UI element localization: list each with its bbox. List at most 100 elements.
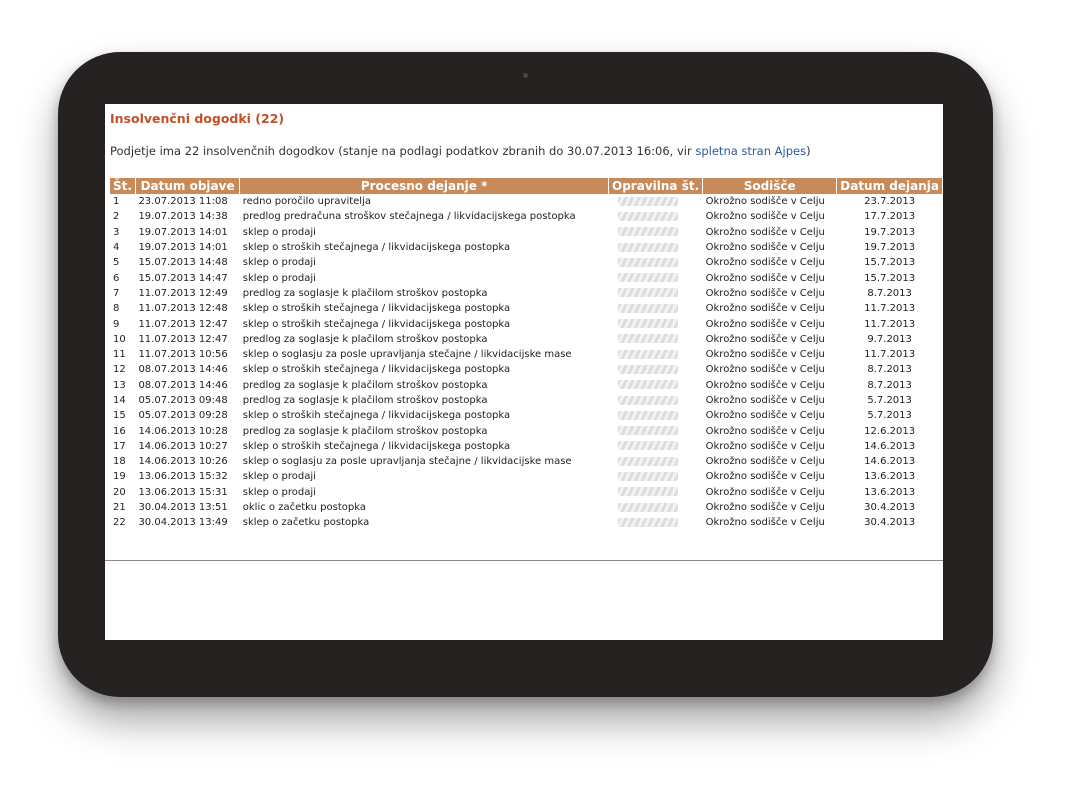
cell-num: 20 <box>113 486 126 498</box>
cell-case-number <box>609 423 703 438</box>
cell-action-date: 17.7.2013 <box>864 211 916 223</box>
cell-case-number <box>609 378 703 393</box>
cell-date: 15.07.2013 14:47 <box>138 272 228 284</box>
cell-date: 05.07.2013 09:48 <box>138 395 228 406</box>
cell-num: 8 <box>113 303 120 315</box>
table-row: 20 13.06.2013 15:31 sklep o prodaji Okrožno… <box>110 485 943 500</box>
cell-case-number <box>609 485 703 500</box>
cell-action-date: 11.7.2013 <box>864 349 916 361</box>
table-header-row: Št. Datum objave Procesno dejanje * Opra… <box>110 178 943 194</box>
cell-court: Okrožno sodišče v Celju <box>705 303 825 315</box>
redacted-case-number <box>617 487 678 497</box>
table-row: 14 05.07.2013 09:48 predlog za soglasje k … <box>110 393 943 408</box>
cell-case-number <box>609 270 703 285</box>
header-num[interactable]: Št. <box>110 178 136 194</box>
redacted-case-number <box>617 502 678 512</box>
cell-date: 08.07.2013 14:46 <box>138 364 228 376</box>
cell-action-date: 23.7.2013 <box>864 196 916 208</box>
cell-case-number <box>609 408 703 423</box>
header-case[interactable]: Opravilna št. <box>608 178 704 194</box>
cell-court: Okrožno sodišče v Celju <box>705 196 825 208</box>
cell-action: predlog za soglasje k plačilom stroškov … <box>242 333 488 345</box>
table-row: 1 23.07.2013 11:08 redno poročilo upravite… <box>110 194 943 209</box>
cell-case-number <box>609 255 703 270</box>
table-row: 12 08.07.2013 14:46 sklep o stroških steča… <box>110 362 943 377</box>
table-row: 7 11.07.2013 12:49 predlog za soglasje k p… <box>110 286 943 301</box>
cell-num: 5 <box>113 257 120 269</box>
cell-date: 11.07.2013 12:47 <box>138 333 228 345</box>
cell-action-date: 8.7.2013 <box>867 287 912 299</box>
cell-date: 14.06.2013 10:26 <box>138 456 228 468</box>
cell-date: 19.07.2013 14:01 <box>138 226 228 238</box>
cell-action: sklep o stroških stečajnega / likvidacij… <box>242 440 511 452</box>
cell-date: 30.04.2013 13:49 <box>138 517 228 529</box>
table-row: 9 11.07.2013 12:47 sklep o stroških stečaj… <box>110 316 943 331</box>
cell-date: 05.07.2013 09:28 <box>138 410 228 422</box>
table-row: 17 14.06.2013 10:27 sklep o stroških steča… <box>110 439 943 454</box>
cell-date: 15.07.2013 14:48 <box>138 257 228 269</box>
cell-court: Okrožno sodišče v Celju <box>705 257 825 269</box>
header-date[interactable]: Datum objave <box>135 178 241 194</box>
cell-action: predlog za soglasje k plačilom stroškov … <box>242 287 488 299</box>
cell-case-number <box>609 362 703 377</box>
table-row: 11 11.07.2013 10:56 sklep o soglasju za po… <box>110 347 943 362</box>
cell-action-date: 8.7.2013 <box>867 364 912 376</box>
cell-court: Okrožno sodišče v Celju <box>705 425 825 437</box>
cell-court: Okrožno sodišče v Celju <box>705 395 825 406</box>
cell-case-number <box>609 439 703 454</box>
redacted-case-number <box>617 517 678 527</box>
redacted-case-number <box>617 303 678 313</box>
cell-court: Okrožno sodišče v Celju <box>705 502 825 514</box>
cell-action-date: 30.4.2013 <box>864 517 916 529</box>
cell-num: 7 <box>113 287 120 299</box>
camera-dot <box>523 73 528 78</box>
cell-court: Okrožno sodišče v Celju <box>705 318 825 330</box>
cell-date: 19.07.2013 14:38 <box>138 211 228 223</box>
cell-case-number <box>609 301 703 316</box>
cell-num: 17 <box>113 440 126 452</box>
redacted-case-number <box>617 410 678 420</box>
cell-court: Okrožno sodišče v Celju <box>705 440 825 452</box>
cell-action: sklep o prodaji <box>242 272 316 284</box>
cell-action: sklep o stroških stečajnega / likvidacij… <box>242 410 511 422</box>
cell-action: predlog za soglasje k plačilom stroškov … <box>242 425 488 437</box>
cell-case-number <box>609 209 703 224</box>
cell-action: sklep o stroških stečajnega / likvidacij… <box>242 303 511 315</box>
tablet-frame: Insolvenčni dogodki (22) Podjetje ima 22… <box>58 52 993 697</box>
cell-action: sklep o prodaji <box>242 486 316 498</box>
table-row: 5 15.07.2013 14:48 sklep o prodaji Okrožno … <box>110 255 943 270</box>
cell-case-number <box>609 500 703 515</box>
cell-date: 11.07.2013 10:56 <box>138 349 228 361</box>
cell-court: Okrožno sodišče v Celju <box>705 486 825 498</box>
cell-action: sklep o prodaji <box>242 257 316 269</box>
intro-text-end: ) <box>806 144 811 158</box>
header-action-date[interactable]: Datum dejanja <box>836 178 943 194</box>
header-court[interactable]: Sodišče <box>702 178 838 194</box>
cell-case-number <box>609 225 703 240</box>
cell-case-number <box>609 347 703 362</box>
redacted-case-number <box>617 273 678 283</box>
cell-case-number <box>609 469 703 484</box>
header-action[interactable]: Procesno dejanje * <box>239 178 610 194</box>
cell-case-number <box>609 316 703 331</box>
cell-court: Okrožno sodišče v Celju <box>705 410 825 422</box>
cell-action-date: 14.6.2013 <box>864 440 916 452</box>
redacted-case-number <box>617 319 678 329</box>
cell-action: predlog predračuna stroškov stečajnega /… <box>242 211 576 223</box>
cell-court: Okrožno sodišče v Celju <box>705 272 825 284</box>
cell-num: 15 <box>113 410 126 422</box>
ajpes-link[interactable]: spletna stran Ajpes <box>695 144 806 158</box>
cell-action-date: 12.6.2013 <box>864 425 916 437</box>
cell-action-date: 9.7.2013 <box>867 333 912 345</box>
cell-action: sklep o soglasju za posle upravljanja st… <box>242 349 572 361</box>
cell-date: 14.06.2013 10:27 <box>138 440 228 452</box>
cell-action-date: 11.7.2013 <box>864 318 916 330</box>
table-row: 15 05.07.2013 09:28 sklep o stroških steča… <box>110 408 943 423</box>
cell-action: sklep o začetku postopka <box>242 517 370 529</box>
cell-date: 11.07.2013 12:49 <box>138 287 228 299</box>
cell-action: sklep o prodaji <box>242 471 316 483</box>
cell-action: sklep o stroških stečajnega / likvidacij… <box>242 242 511 254</box>
table-row: 16 14.06.2013 10:28 predlog za soglasje k … <box>110 423 943 438</box>
table-row: 18 14.06.2013 10:26 sklep o soglasju za po… <box>110 454 943 469</box>
table-row: 10 11.07.2013 12:47 predlog za soglasje k … <box>110 332 943 347</box>
